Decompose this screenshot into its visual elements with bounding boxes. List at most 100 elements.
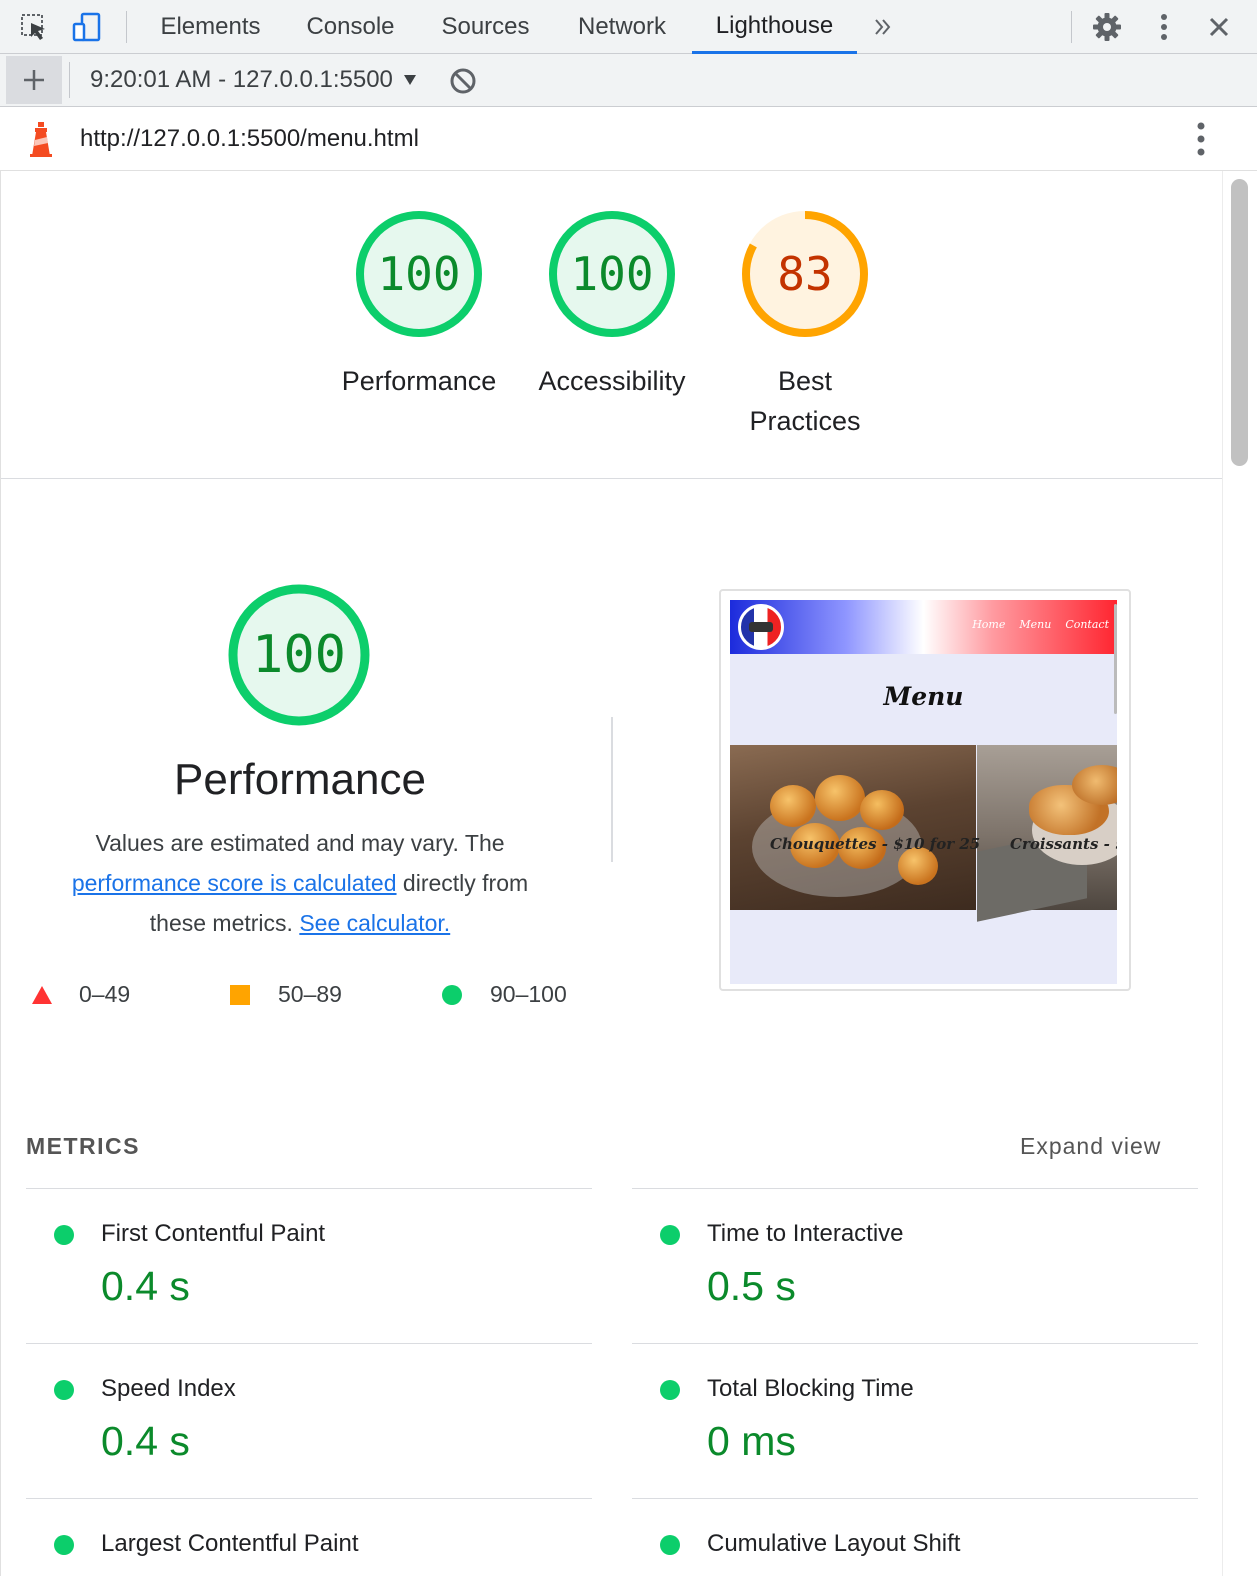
- chevron-double-right-icon[interactable]: [866, 10, 900, 44]
- caret-down-icon: [403, 75, 416, 85]
- metric-value: 0.5 s: [707, 1263, 796, 1309]
- report-url[interactable]: http://127.0.0.1:5500/menu.html: [80, 125, 419, 153]
- cafe-logo-icon: [738, 604, 784, 650]
- metric-total-blocking-time: Total Blocking Time 0 ms: [632, 1343, 1198, 1498]
- description-text: directly from: [402, 870, 529, 896]
- toolbar-divider: [126, 11, 127, 43]
- screenshot-nav-item: Contact: [1065, 618, 1109, 631]
- metric-value: 0.4 s: [101, 1418, 190, 1464]
- gear-icon[interactable]: [1090, 10, 1124, 44]
- kebab-menu-icon[interactable]: [1147, 10, 1181, 44]
- legend-label: 0–49: [79, 981, 131, 1007]
- metric-time-to-interactive: Time to Interactive 0.5 s: [632, 1188, 1198, 1343]
- gauge-score: 100: [252, 625, 346, 685]
- score-calculation-link[interactable]: performance score is calculated: [72, 870, 397, 896]
- metric-name: Cumulative Layout Shift: [707, 1530, 961, 1557]
- scrollbar-thumb[interactable]: [1231, 179, 1248, 466]
- gauge-label: Accessibility: [538, 366, 686, 396]
- tab-lighthouse[interactable]: Lighthouse: [692, 0, 857, 54]
- report-selector-bar: 9:20:01 AM - 127.0.0.1:5500: [0, 54, 1257, 107]
- screenshot-scrollbar: [1114, 604, 1117, 714]
- score-gauge-best-practices[interactable]: 83 Best Practices: [714, 209, 896, 441]
- chouquettes-image: [730, 745, 976, 910]
- croissants-image: [977, 745, 1117, 922]
- close-icon[interactable]: [1202, 10, 1236, 44]
- toolbar-divider: [69, 62, 70, 98]
- tab-sources[interactable]: Sources: [428, 0, 543, 53]
- metrics-heading: METRICS: [26, 1133, 140, 1159]
- legend-label: 50–89: [278, 981, 342, 1007]
- score-gauge-performance[interactable]: 100 Performance: [328, 209, 510, 401]
- toolbar-divider: [1071, 11, 1072, 43]
- lighthouse-icon: [26, 120, 56, 163]
- pass-circle-icon: [54, 1380, 74, 1400]
- final-screenshot[interactable]: Home Menu Contact Menu Chouquettes - $10…: [719, 589, 1131, 991]
- section-divider: [1, 478, 1222, 479]
- screenshot-caption: Croissants - $7 ...: [1010, 835, 1117, 853]
- tab-elements[interactable]: Elements: [148, 0, 273, 53]
- legend-item-average: 50–89: [230, 981, 342, 1008]
- screenshot-nav-item: Home: [972, 618, 1006, 631]
- screenshot-nav-item: Menu: [1019, 618, 1052, 631]
- screenshot-page: Home Menu Contact Menu Chouquettes - $10…: [730, 600, 1117, 984]
- screenshot-caption: Chouquettes - $10 for 25: [770, 835, 981, 853]
- pass-circle-icon: [660, 1535, 680, 1555]
- see-calculator-link[interactable]: See calculator.: [299, 910, 450, 936]
- circle-icon: [442, 984, 462, 1005]
- report-url-bar: http://127.0.0.1:5500/menu.html: [0, 107, 1257, 171]
- performance-description: Values are estimated and may vary. The p…: [41, 823, 559, 943]
- gauge-label-line: Practices: [749, 406, 861, 436]
- pass-circle-icon: [660, 1380, 680, 1400]
- legend-item-pass: 90–100: [442, 981, 567, 1008]
- block-icon[interactable]: [446, 64, 480, 98]
- gauge-ring: 100: [549, 211, 675, 337]
- screenshot-header: Home Menu Contact: [730, 600, 1117, 654]
- pass-circle-icon: [54, 1225, 74, 1245]
- metric-value: 0 ms: [707, 1418, 796, 1464]
- metric-name: Total Blocking Time: [707, 1375, 914, 1402]
- metric-first-contentful-paint: First Contentful Paint 0.4 s: [26, 1188, 592, 1343]
- metric-value: 0.4 s: [101, 1263, 190, 1309]
- square-icon: [230, 984, 250, 1005]
- description-text: these metrics.: [149, 910, 293, 936]
- lighthouse-report: 100 Performance 100 Accessibility 83 Bes…: [0, 171, 1222, 1576]
- inspect-element-icon[interactable]: [17, 10, 51, 44]
- score-gauge-accessibility[interactable]: 100 Accessibility: [521, 209, 703, 401]
- device-toolbar-icon[interactable]: [70, 10, 104, 44]
- legend-item-fail: 0–49: [31, 981, 130, 1008]
- tab-network[interactable]: Network: [563, 0, 681, 53]
- pass-circle-icon: [54, 1535, 74, 1555]
- gauge-label: Best Practices: [714, 361, 896, 441]
- performance-gauge: 100: [226, 582, 372, 733]
- screenshot-nav: Home Menu Contact: [972, 618, 1109, 631]
- section-separator: [611, 717, 613, 862]
- plus-icon[interactable]: [6, 56, 62, 104]
- gauge-label-line: Best: [777, 366, 833, 396]
- expand-view-toggle[interactable]: Expand view: [1020, 1133, 1161, 1160]
- metric-name: Largest Contentful Paint: [101, 1530, 359, 1557]
- gauge-score: 100: [570, 247, 653, 301]
- gauge-score: 100: [377, 247, 460, 301]
- metric-name: First Contentful Paint: [101, 1220, 326, 1247]
- report-dropdown-label: 9:20:01 AM - 127.0.0.1:5500: [90, 66, 393, 93]
- metric-name: Time to Interactive: [707, 1220, 904, 1247]
- gauge-ring: 83: [742, 211, 868, 337]
- kebab-menu-icon[interactable]: [1196, 122, 1206, 161]
- description-text: Values are estimated and may vary. The: [95, 830, 505, 856]
- metric-cumulative-layout-shift: Cumulative Layout Shift: [632, 1498, 1198, 1576]
- gauge-label: Performance: [341, 366, 497, 396]
- metric-name: Speed Index: [101, 1375, 236, 1402]
- report-dropdown[interactable]: 9:20:01 AM - 127.0.0.1:5500: [90, 66, 417, 94]
- metric-speed-index: Speed Index 0.4 s: [26, 1343, 592, 1498]
- report-scrollbar[interactable]: [1222, 171, 1257, 1576]
- tab-console[interactable]: Console: [293, 0, 408, 53]
- performance-title: Performance: [174, 755, 426, 804]
- legend-label: 90–100: [490, 981, 567, 1007]
- metric-largest-contentful-paint: Largest Contentful Paint: [26, 1498, 592, 1576]
- gauge-ring: 100: [228, 584, 370, 726]
- screenshot-title: Menu: [883, 682, 964, 711]
- pass-circle-icon: [660, 1225, 680, 1245]
- gauge-score: 83: [777, 247, 832, 301]
- devtools-tabbar: Elements Console Sources Network Lightho…: [0, 0, 1257, 54]
- gauge-ring: 100: [356, 211, 482, 337]
